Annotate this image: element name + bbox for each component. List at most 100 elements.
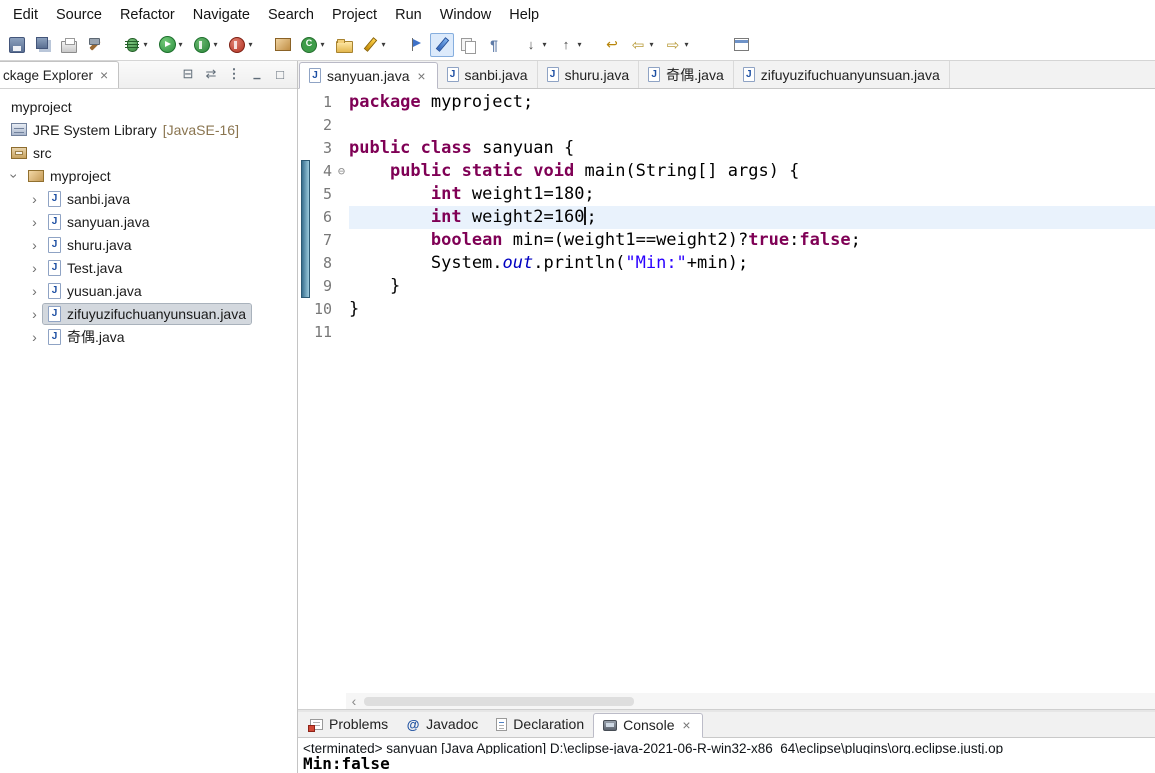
scroll-left-icon[interactable] — [346, 694, 362, 708]
code-line-5[interactable]: 5 int weight1=180; — [298, 183, 1155, 206]
profile-button[interactable] — [225, 33, 258, 57]
console-tab-problems[interactable]: Problems — [301, 712, 397, 737]
tree-item-myproject[interactable]: myproject — [0, 95, 297, 118]
code-line-3[interactable]: 3 public class sanyuan { — [298, 137, 1155, 160]
back-button[interactable] — [626, 33, 659, 57]
chevron-collapsed-icon[interactable] — [26, 284, 43, 298]
menu-item-refactor[interactable]: Refactor — [111, 4, 184, 26]
tree-item-奇偶-java[interactable]: 奇偶.java — [0, 325, 297, 348]
collapse-all-icon[interactable] — [179, 66, 197, 82]
coverage-button[interactable] — [190, 33, 223, 57]
fold-collapse-icon[interactable] — [334, 160, 349, 183]
menu-item-help[interactable]: Help — [500, 4, 548, 26]
code-line-6[interactable]: 6 int weight2=160; — [298, 206, 1155, 229]
tree-item-jre-system-library[interactable]: JRE System Library [JavaSE-16] — [0, 118, 297, 141]
run-button[interactable] — [155, 33, 188, 57]
editor-tab-sanyuan-java[interactable]: sanyuan.java — [299, 62, 438, 89]
code-line-8[interactable]: 8 System.out.println("Min:"+min); — [298, 252, 1155, 275]
menu-item-source[interactable]: Source — [47, 4, 111, 26]
dropdown-arrow-icon[interactable] — [176, 40, 185, 49]
dropdown-arrow-icon[interactable] — [318, 40, 327, 49]
last-edit-location-button[interactable] — [600, 33, 624, 57]
compare-button[interactable] — [456, 33, 480, 57]
minimize-icon[interactable] — [248, 66, 266, 82]
chevron-collapsed-icon[interactable] — [26, 192, 43, 206]
tree-item-shuru-java[interactable]: shuru.java — [0, 233, 297, 256]
tree-item-src[interactable]: src — [0, 141, 297, 164]
chevron-collapsed-icon[interactable] — [26, 330, 43, 344]
dropdown-arrow-icon[interactable] — [246, 40, 255, 49]
dropdown-arrow-icon[interactable] — [647, 40, 656, 49]
close-icon[interactable] — [416, 69, 428, 83]
chevron-collapsed-icon[interactable] — [26, 215, 43, 229]
close-icon[interactable] — [681, 718, 693, 732]
maximize-icon[interactable] — [271, 66, 289, 82]
scrollbar-thumb[interactable] — [364, 696, 634, 706]
dropdown-arrow-icon[interactable] — [211, 40, 220, 49]
dropdown-arrow-icon[interactable] — [379, 40, 388, 49]
code-area[interactable]: 1 package myproject; 2 3 public class sanyua… — [298, 89, 1155, 693]
code-line-2[interactable]: 2 — [298, 114, 1155, 137]
chevron-collapsed-icon[interactable] — [26, 307, 43, 321]
menu-item-edit[interactable]: Edit — [4, 4, 47, 26]
menu-item-project[interactable]: Project — [323, 4, 386, 26]
editor[interactable]: 1 package myproject; 2 3 public class sanyua… — [298, 89, 1155, 709]
tree-item-myproject[interactable]: myproject — [0, 164, 297, 187]
code-line-10[interactable]: 10} — [298, 298, 1155, 321]
console-tab-javadoc[interactable]: Javadoc — [397, 712, 487, 737]
restore-editor-button[interactable] — [729, 33, 753, 57]
fold-gutter — [334, 91, 349, 114]
code-token: } — [349, 299, 360, 319]
menu-item-navigate[interactable]: Navigate — [184, 4, 259, 26]
tree-item-zifuyuzifuchuanyunsuan-java[interactable]: zifuyuzifuchuanyunsuan.java — [0, 302, 297, 325]
next-annotation-button[interactable] — [519, 33, 552, 57]
dropdown-arrow-icon[interactable] — [575, 40, 584, 49]
dropdown-arrow-icon[interactable] — [141, 40, 150, 49]
editor-tab-奇偶-java[interactable]: 奇偶.java — [639, 61, 734, 88]
save-button[interactable] — [5, 33, 29, 57]
previous-annotation-button[interactable] — [554, 33, 587, 57]
editor-tab-sanbi-java[interactable]: sanbi.java — [438, 61, 538, 88]
tree-item-test-java[interactable]: Test.java — [0, 256, 297, 279]
open-folder-button[interactable] — [332, 33, 356, 57]
tree-item-sanbi-java[interactable]: sanbi.java — [0, 187, 297, 210]
menu-item-search[interactable]: Search — [259, 4, 323, 26]
view-menu-icon[interactable] — [225, 66, 243, 82]
tree-item-label: 奇偶.java — [67, 328, 125, 345]
menu-item-window[interactable]: Window — [431, 4, 501, 26]
link-with-editor-icon[interactable] — [202, 66, 220, 82]
code-line-1[interactable]: 1 package myproject; — [298, 91, 1155, 114]
toggle-mark-occurrences-button[interactable] — [430, 32, 454, 57]
new-java-project-button[interactable] — [271, 33, 295, 57]
editor-tab-zifuyuzifuchuanyunsuan-java[interactable]: zifuyuzifuchuanyunsuan.java — [734, 61, 950, 88]
chevron-collapsed-icon[interactable] — [26, 238, 43, 252]
horizontal-scrollbar[interactable] — [346, 693, 1155, 709]
tree-item-sanyuan-java[interactable]: sanyuan.java — [0, 210, 297, 233]
editor-tab-shuru-java[interactable]: shuru.java — [538, 61, 640, 88]
code-token: package — [349, 92, 421, 112]
code-line-content: System.out.println("Min:"+min); — [349, 252, 1155, 275]
new-class-button[interactable] — [297, 33, 330, 57]
close-icon[interactable] — [98, 68, 110, 82]
new-wizard-button[interactable] — [358, 33, 391, 57]
package-explorer-tab[interactable]: ckage Explorer — [0, 61, 120, 88]
console-tab-declaration[interactable]: Declaration — [487, 712, 593, 737]
code-line-4[interactable]: 4 public static void main(String[] args)… — [298, 160, 1155, 183]
code-line-11[interactable]: 11 — [298, 321, 1155, 344]
dropdown-arrow-icon[interactable] — [540, 40, 549, 49]
tree-item-yusuan-java[interactable]: yusuan.java — [0, 279, 297, 302]
forward-button[interactable] — [661, 33, 694, 57]
save-all-button[interactable] — [31, 33, 55, 57]
search-button[interactable] — [404, 33, 428, 57]
dropdown-arrow-icon[interactable] — [682, 40, 691, 49]
print-button[interactable] — [57, 33, 81, 57]
chevron-collapsed-icon[interactable] — [26, 261, 43, 275]
debug-button[interactable] — [120, 33, 153, 57]
chevron-expanded-icon[interactable] — [8, 167, 22, 184]
code-line-7[interactable]: 7 boolean min=(weight1==weight2)?true:fa… — [298, 229, 1155, 252]
code-line-9[interactable]: 9 } — [298, 275, 1155, 298]
console-tab-console[interactable]: Console — [593, 712, 703, 738]
build-all-button[interactable] — [83, 33, 107, 57]
show-whitespace-button[interactable] — [482, 33, 506, 57]
menu-item-run[interactable]: Run — [386, 4, 431, 26]
